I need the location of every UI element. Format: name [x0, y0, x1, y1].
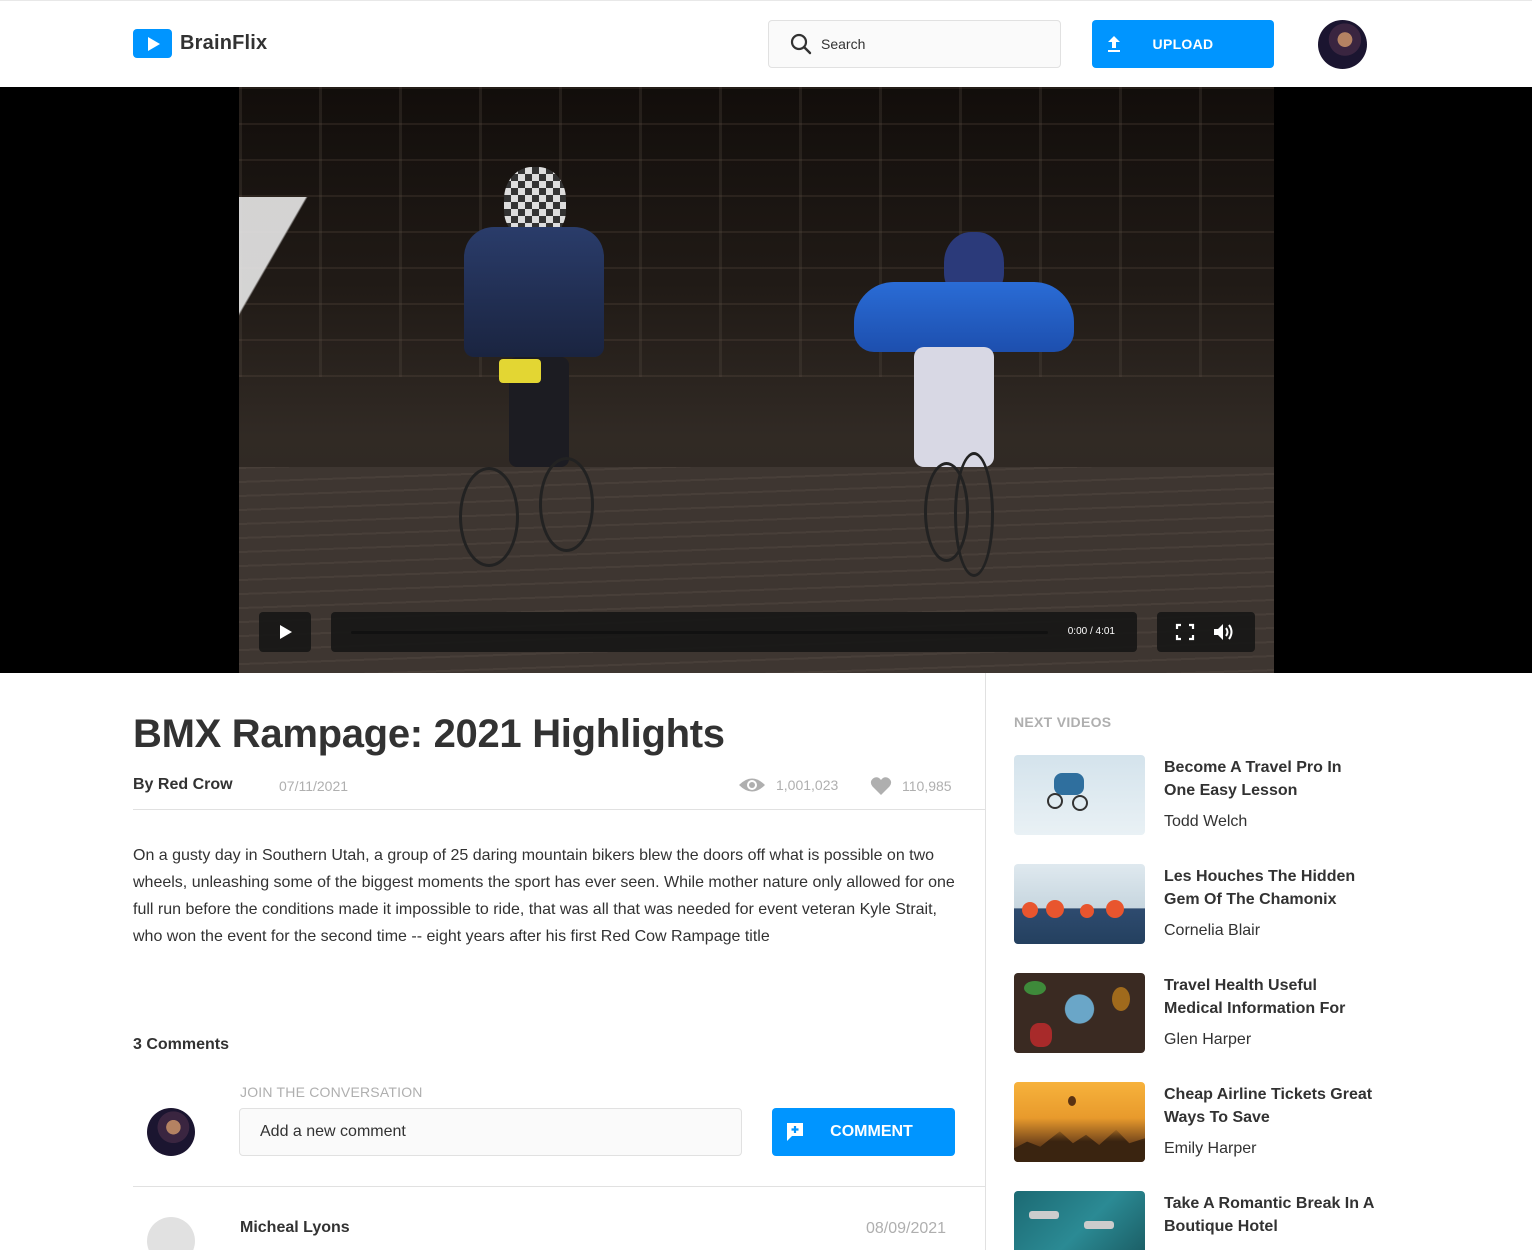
- site-header: BrainFlix UPLOAD: [0, 0, 1532, 87]
- fullscreen-icon[interactable]: [1175, 623, 1195, 641]
- video-thumbnail[interactable]: [1014, 1082, 1145, 1162]
- next-video-item[interactable]: Travel Health Useful Medical Information…: [1014, 973, 1374, 1063]
- next-videos-label: NEXT VIDEOS: [1014, 714, 1112, 730]
- next-video-title: Travel Health Useful Medical Information…: [1164, 977, 1346, 1017]
- time-display: 0:00 / 4:01: [1067, 626, 1115, 637]
- commenter-name: Micheal Lyons: [240, 1219, 350, 1236]
- video-description: On a gusty day in Southern Utah, a group…: [133, 847, 955, 945]
- next-video-item[interactable]: Become A Travel Pro In One Easy Lesson T…: [1014, 755, 1374, 845]
- likes-value: 110,985: [902, 778, 952, 794]
- upload-label: UPLOAD: [1152, 36, 1214, 52]
- video-frame-rider-right: [844, 232, 1084, 592]
- comment-button-label: COMMENT: [830, 1123, 913, 1140]
- logo-text: BrainFlix: [180, 32, 268, 54]
- column-divider: [985, 673, 986, 1250]
- upload-icon: [1108, 36, 1120, 52]
- comment-date: 08/09/2021: [866, 1220, 947, 1237]
- video-frame-ramp: [239, 197, 369, 357]
- next-video-author: Emily Harper: [1164, 1140, 1257, 1157]
- next-video-item[interactable]: Les Houches The Hidden Gem Of The Chamon…: [1014, 864, 1374, 954]
- video-hero: 0:00 / 4:01: [0, 87, 1532, 673]
- join-conversation-label: JOIN THE CONVERSATION: [240, 1084, 423, 1100]
- search-icon: [790, 33, 812, 55]
- video-frame-rider-left: [444, 167, 624, 567]
- add-comment-icon: [787, 1123, 803, 1141]
- views-value: 1,001,023: [776, 777, 839, 793]
- upload-button[interactable]: UPLOAD: [1092, 20, 1274, 68]
- comment-button[interactable]: COMMENT: [772, 1108, 955, 1156]
- volume-icon[interactable]: [1212, 623, 1236, 641]
- video-frame-roof: [239, 87, 1274, 377]
- video-thumbnail[interactable]: [1014, 755, 1145, 835]
- next-video-title: Take A Romantic Break In A Boutique Hote…: [1164, 1195, 1374, 1235]
- search-bar: [768, 20, 1061, 68]
- player-controls-right: [1157, 612, 1255, 652]
- comments-divider: [133, 1186, 985, 1187]
- like-count: 110,985: [870, 776, 952, 796]
- next-video-title: Cheap Airline Tickets Great Ways To Save: [1164, 1086, 1373, 1126]
- user-avatar[interactable]: [1318, 20, 1367, 69]
- play-button[interactable]: [259, 612, 311, 652]
- video-meta: By Red Crow 07/11/2021 1,001,023 110,985: [133, 776, 985, 810]
- video-thumbnail[interactable]: [1014, 1191, 1145, 1250]
- comments-count: 3 Comments: [133, 1036, 230, 1053]
- next-video-item[interactable]: Take A Romantic Break In A Boutique Hote…: [1014, 1191, 1374, 1250]
- search-input[interactable]: [821, 36, 1041, 52]
- eye-icon: [739, 778, 765, 792]
- next-video-author: Cornelia Blair: [1164, 922, 1261, 939]
- brainflix-logo[interactable]: BrainFlix: [133, 29, 267, 58]
- comment-user-avatar: [147, 1108, 195, 1156]
- comment-input[interactable]: [239, 1108, 742, 1156]
- next-video-author: Glen Harper: [1164, 1031, 1252, 1048]
- video-title: BMX Rampage: 2021 Highlights: [133, 712, 725, 756]
- progress-track[interactable]: [351, 631, 1048, 634]
- video-thumbnail[interactable]: [1014, 864, 1145, 944]
- video-thumbnail[interactable]: [1014, 973, 1145, 1053]
- next-video-title: Become A Travel Pro In One Easy Lesson: [1164, 759, 1342, 799]
- commenter-avatar: [147, 1217, 195, 1250]
- video-player[interactable]: 0:00 / 4:01: [239, 87, 1274, 673]
- next-video-author: Todd Welch: [1164, 813, 1248, 830]
- heart-icon[interactable]: [870, 776, 892, 796]
- next-video-item[interactable]: Cheap Airline Tickets Great Ways To Save…: [1014, 1082, 1374, 1172]
- view-count: 1,001,023: [738, 776, 838, 794]
- progress-bar[interactable]: 0:00 / 4:01: [331, 612, 1137, 652]
- play-logo-icon: [133, 29, 172, 58]
- video-date: 07/11/2021: [279, 778, 349, 794]
- next-video-title: Les Houches The Hidden Gem Of The Chamon…: [1164, 868, 1356, 908]
- video-author: By Red Crow: [133, 776, 233, 793]
